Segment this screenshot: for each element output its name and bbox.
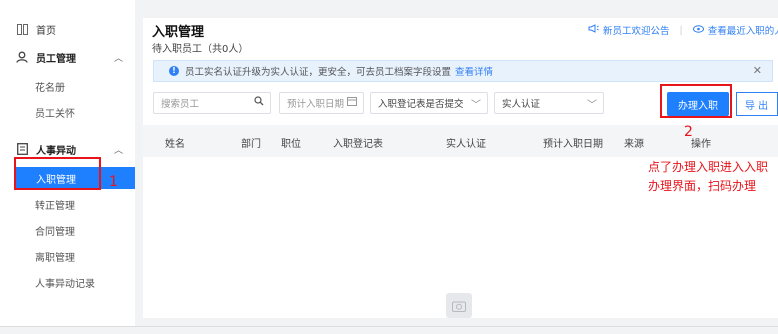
page-subtitle: 待入职员工（共0人） [152, 44, 249, 55]
column-header: 职位 [281, 139, 301, 150]
form-status-select[interactable]: 入职登记表是否提交 ﹀ [370, 92, 488, 114]
notice-banner: ! 员工实名认证升级为实人认证，更安全，可去员工档案字段设置 查看详情 ✕ [153, 60, 773, 82]
chevron-up-icon: ︿ [114, 145, 124, 156]
sidebar-item-label: 人事异动 [36, 145, 76, 157]
column-header: 操作 [691, 139, 711, 150]
sidebar-item-label: 转正管理 [35, 200, 75, 212]
table-header: 姓名 部门 职位 入职登记表 实人认证 预计入职日期 来源 操作 [143, 125, 778, 157]
notice-text: 员工实名认证升级为实人认证，更安全，可去员工档案字段设置 [185, 67, 452, 78]
calendar-icon [347, 96, 357, 109]
sidebar-item-label: 首页 [36, 25, 56, 37]
search-icon [254, 96, 264, 109]
divider: | [679, 24, 683, 36]
sidebar-item-relations[interactable]: 员工关怀 [0, 101, 135, 123]
sidebar-item-label: 员工关怀 [35, 108, 75, 120]
sidebar-item-label: 人事异动记录 [35, 278, 95, 290]
column-header: 来源 [624, 139, 644, 150]
search-placeholder: 搜索员工 [161, 99, 200, 110]
sidebar-item-change-records[interactable]: 人事异动记录 [0, 271, 135, 293]
sidebar-item-home[interactable]: 首页 [0, 18, 135, 40]
eye-icon [692, 24, 704, 36]
verify-value: 实人认证 [502, 99, 541, 110]
annotation-number: 2 [684, 124, 693, 140]
date-placeholder: 预计入职日期 [287, 99, 345, 110]
sidebar-item-label: 合同管理 [35, 226, 75, 238]
annotation-box-button [660, 84, 732, 118]
export-button[interactable]: 导 出 [736, 92, 778, 116]
chevron-up-icon: ︿ [114, 53, 124, 64]
top-links: 新员工欢迎公告 | 查看最近入职的人 [588, 23, 778, 37]
empty-state-icon [446, 293, 472, 318]
close-icon[interactable]: ✕ [753, 64, 762, 77]
chevron-down-icon: ﹀ [587, 100, 597, 111]
form-status-value: 入职登记表是否提交 [378, 99, 464, 110]
column-header: 部门 [241, 139, 261, 150]
expected-date-picker[interactable]: 预计入职日期 [279, 92, 364, 114]
sidebar-item-contract[interactable]: 合同管理 [0, 219, 135, 241]
column-header: 预计入职日期 [543, 139, 603, 150]
recent-onboard-link[interactable]: 查看最近入职的人 [708, 23, 778, 37]
column-header: 入职登记表 [333, 139, 383, 150]
sidebar-item-label: 员工管理 [36, 53, 76, 65]
document-icon [16, 143, 28, 155]
annotation-box-onboarding [14, 157, 101, 190]
verify-select[interactable]: 实人认证 ﹀ [494, 92, 604, 114]
sidebar-item-roster[interactable]: 花名册 [0, 75, 135, 97]
sidebar-group-employee[interactable]: 员工管理 ︿ [0, 46, 135, 68]
home-icon [16, 23, 28, 35]
column-header: 实人认证 [446, 139, 486, 150]
annotation-number: 1 [109, 174, 118, 190]
sidebar-item-resign[interactable]: 离职管理 [0, 245, 135, 267]
welcome-announcement-link[interactable]: 新员工欢迎公告 [603, 23, 670, 37]
column-header: 姓名 [165, 139, 185, 150]
bottom-bar [0, 326, 778, 334]
search-input[interactable]: 搜索员工 [153, 92, 271, 114]
info-icon: ! [169, 66, 179, 76]
notice-details-link[interactable]: 查看详情 [455, 64, 493, 78]
megaphone-icon [588, 24, 599, 36]
sidebar-item-regularization[interactable]: 转正管理 [0, 193, 135, 215]
sidebar-item-label: 离职管理 [35, 252, 75, 264]
sidebar-item-label: 花名册 [35, 82, 65, 94]
user-icon [16, 51, 28, 63]
annotation-note: 点了办理入职进入入职办理界面，扫码办理 [648, 160, 769, 193]
page-title: 入职管理 [152, 25, 205, 40]
chevron-down-icon: ﹀ [471, 100, 481, 111]
